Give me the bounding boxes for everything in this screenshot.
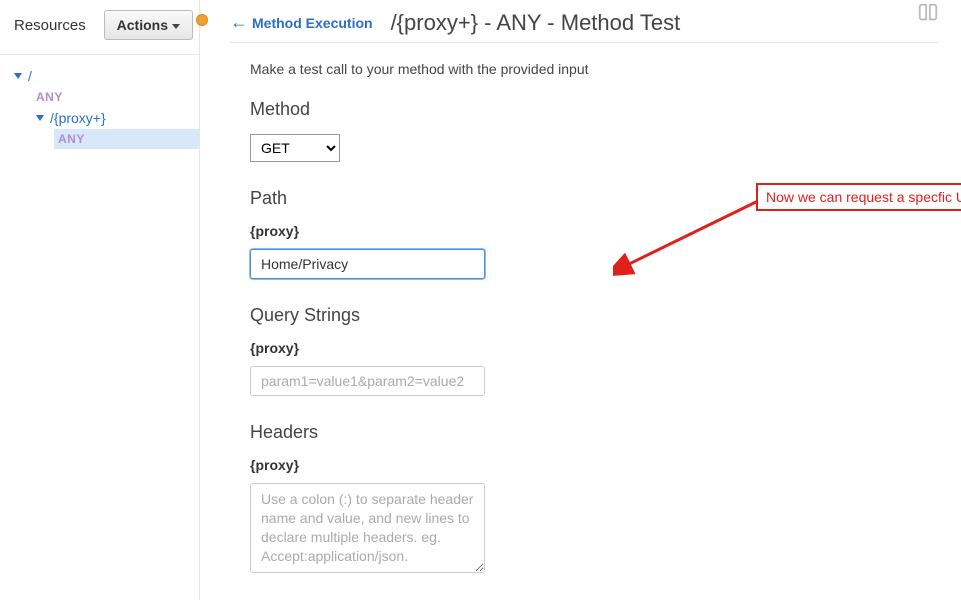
tree-node-label: /: [28, 68, 32, 84]
query-label: {proxy}: [250, 340, 710, 356]
pane-resize-handle[interactable]: [196, 14, 208, 26]
path-proxy-input[interactable]: [250, 249, 485, 279]
back-to-method-execution-link[interactable]: ← Method Execution: [230, 14, 373, 32]
tree-node-proxy[interactable]: /{proxy+}: [32, 107, 199, 129]
tree-node-root[interactable]: /: [10, 65, 199, 87]
path-label: {proxy}: [250, 223, 710, 239]
query-heading: Query Strings: [250, 305, 710, 326]
content: Make a test call to your method with the…: [230, 61, 710, 576]
query-proxy-input[interactable]: [250, 366, 485, 396]
tree-node-root-method[interactable]: ANY: [32, 87, 199, 107]
main-header: ← Method Execution /{proxy+} - ANY - Met…: [230, 10, 939, 43]
actions-label: Actions: [117, 17, 168, 33]
headers-label: {proxy}: [250, 457, 710, 473]
headers-proxy-textarea[interactable]: [250, 483, 485, 573]
arrow-left-icon: ←: [230, 13, 248, 31]
back-link-label: Method Execution: [252, 15, 373, 31]
actions-dropdown-button[interactable]: Actions: [104, 10, 193, 40]
method-section: Method GET: [250, 99, 710, 162]
path-section: Path {proxy}: [250, 188, 710, 279]
resource-tree: / ANY /{proxy+} ANY: [0, 55, 199, 149]
intro-text: Make a test call to your method with the…: [250, 61, 710, 77]
sidebar-header: Resources Actions: [0, 4, 199, 55]
sidebar-title: Resources: [14, 17, 86, 34]
page-title: /{proxy+} - ANY - Method Test: [391, 10, 681, 36]
method-badge: ANY: [58, 132, 85, 146]
tree-node-proxy-method[interactable]: ANY: [54, 129, 199, 149]
method-badge: ANY: [36, 90, 63, 104]
chevron-down-icon: [14, 73, 22, 79]
sidebar: Resources Actions / ANY /{proxy+} ANY: [0, 0, 200, 600]
headers-heading: Headers: [250, 422, 710, 443]
main-panel: ← Method Execution /{proxy+} - ANY - Met…: [200, 0, 961, 600]
method-heading: Method: [250, 99, 710, 120]
callout-text: Now we can request a specfic URL!: [756, 183, 961, 211]
headers-section: Headers {proxy}: [250, 422, 710, 576]
caret-down-icon: [172, 24, 180, 29]
tree-node-label: /{proxy+}: [50, 110, 106, 126]
chevron-down-icon: [36, 115, 44, 121]
path-heading: Path: [250, 188, 710, 209]
http-method-select[interactable]: GET: [250, 134, 340, 162]
documentation-icon[interactable]: [917, 2, 939, 30]
query-section: Query Strings {proxy}: [250, 305, 710, 396]
